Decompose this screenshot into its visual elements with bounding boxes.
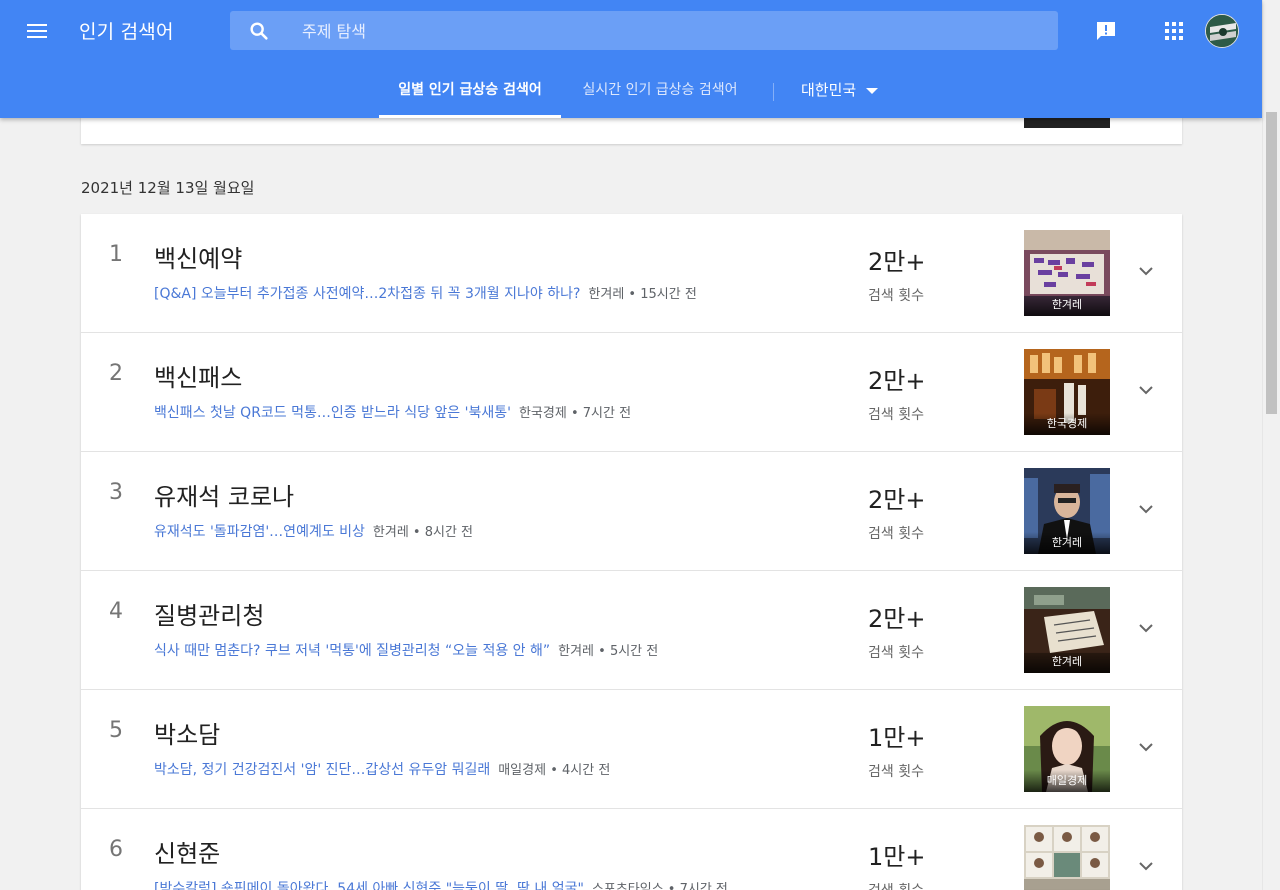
news-link[interactable]: [Q&A] 오늘부터 추가접종 사전예약…2차접종 뒤 꼭 3개월 지나야 하나… (154, 286, 580, 302)
feedback-icon[interactable] (1094, 19, 1118, 43)
news-link[interactable]: 유재석도 '돌파감염'…연예계도 비상 (154, 524, 365, 540)
news-line: [Q&A] 오늘부터 추가접종 사전예약…2차접종 뒤 꼭 3개월 지나야 하나… (154, 283, 697, 303)
trend-row[interactable]: 6 신현준 [박수칼럼] 숏핀메이 돌아왔다, 54세 아빠 신현준 "늦둥이 … (81, 809, 1182, 890)
rank-number: 3 (109, 480, 123, 505)
news-line: 식사 때만 멈춘다? 쿠브 저녁 '먹통'에 질병관리청 “오늘 적용 안 해”… (154, 640, 658, 660)
expand-chevron-icon[interactable] (1137, 621, 1155, 635)
menu-icon[interactable] (22, 20, 52, 44)
news-thumbnail[interactable]: 한겨레 (1024, 230, 1110, 316)
news-thumbnail[interactable]: 한겨레 (1024, 468, 1110, 554)
thumbnail-caption: 한겨레 (1024, 294, 1110, 316)
expand-chevron-icon[interactable] (1137, 502, 1155, 516)
trend-list: 1 백신예약 [Q&A] 오늘부터 추가접종 사전예약…2차접종 뒤 꼭 3개월… (81, 214, 1182, 890)
search-icon[interactable] (248, 20, 270, 42)
trend-row[interactable]: 1 백신예약 [Q&A] 오늘부터 추가접종 사전예약…2차접종 뒤 꼭 3개월… (81, 214, 1182, 333)
trend-term[interactable]: 박소담 (154, 715, 220, 750)
news-source: 한겨레 • 5시간 전 (558, 644, 659, 659)
news-thumbnail[interactable]: 매일경제 (1024, 706, 1110, 792)
trend-row[interactable]: 5 박소담 박소담, 정기 건강검진서 '암' 진단…갑상선 유두암 뭐길래매일… (81, 690, 1182, 809)
rank-number: 6 (109, 837, 123, 862)
news-link[interactable]: 박소담, 정기 건강검진서 '암' 진단…갑상선 유두암 뭐길래 (154, 762, 490, 778)
thumbnail-caption: 한겨레 (1024, 532, 1110, 554)
news-link[interactable]: 백신패스 첫날 QR코드 먹통…인증 받느라 식당 앞은 '북새통' (154, 405, 511, 421)
rank-number: 1 (109, 242, 123, 267)
news-link[interactable]: 식사 때만 멈춘다? 쿠브 저녁 '먹통'에 질병관리청 “오늘 적용 안 해” (154, 643, 550, 659)
tab-realtime-trends[interactable]: 실시간 인기 급상승 검색어 (567, 64, 753, 118)
news-thumbnail[interactable]: 한겨레 (1024, 587, 1110, 673)
expand-chevron-icon[interactable] (1137, 264, 1155, 278)
news-thumbnail[interactable]: 한국경제 (1024, 349, 1110, 435)
trend-term[interactable]: 유재석 코로나 (154, 477, 294, 512)
trend-row[interactable]: 3 유재석 코로나 유재석도 '돌파감염'…연예계도 비상 한겨레 • 8시간 전… (81, 452, 1182, 571)
search-count-label: 검색 횟수 (868, 645, 924, 661)
region-label: 대한민국 (801, 81, 857, 99)
thumbnail-caption: 한겨레 (1024, 651, 1110, 673)
search-count: 1만+ (868, 724, 926, 752)
search-count-label: 검색 횟수 (868, 880, 924, 890)
trend-term[interactable]: 신현준 (154, 834, 220, 869)
date-heading: 2021년 12월 13일 월요일 (81, 179, 255, 197)
search-box[interactable] (230, 11, 1058, 50)
top-app-bar: 인기 검색어 일별 인기 급상승 검색어 실시간 인기 급상승 검색어 대한 (0, 0, 1262, 118)
tab-daily-trends[interactable]: 일별 인기 급상승 검색어 (379, 64, 561, 118)
search-input[interactable] (302, 19, 1002, 43)
search-count: 2만+ (868, 605, 926, 633)
news-source: 한국경제 • 7시간 전 (518, 406, 632, 421)
rank-number: 2 (109, 361, 123, 386)
search-count-label: 검색 횟수 (868, 526, 924, 542)
search-count-label: 검색 횟수 (868, 764, 924, 780)
trend-term[interactable]: 질병관리청 (154, 596, 264, 631)
rank-number: 4 (109, 599, 123, 624)
news-line: 유재석도 '돌파감염'…연예계도 비상 한겨레 • 8시간 전 (154, 521, 473, 541)
scrollbar[interactable] (1262, 0, 1280, 890)
expand-chevron-icon[interactable] (1137, 383, 1155, 397)
news-line: 백신패스 첫날 QR코드 먹통…인증 받느라 식당 앞은 '북새통' 한국경제 •… (154, 402, 631, 422)
tab-divider (773, 83, 774, 101)
news-source: 매일경제 • 4시간 전 (498, 763, 611, 778)
news-source: 스포츠타임스 • 7시간 전 (591, 882, 728, 890)
trend-row[interactable]: 4 질병관리청 식사 때만 멈춘다? 쿠브 저녁 '먹통'에 질병관리청 “오늘… (81, 571, 1182, 690)
news-thumbnail[interactable] (1024, 825, 1110, 890)
news-line: 박소담, 정기 건강검진서 '암' 진단…갑상선 유두암 뭐길래 매일경제 • 4… (154, 759, 610, 779)
search-count: 1만+ (868, 843, 926, 871)
search-count: 2만+ (868, 367, 926, 395)
dropdown-caret-icon (866, 87, 879, 94)
apps-grid-icon[interactable] (1164, 21, 1184, 41)
search-count: 2만+ (868, 486, 926, 514)
thumbnail-caption: 매일경제 (1024, 770, 1110, 792)
tab-bar: 일별 인기 급상승 검색어 실시간 인기 급상승 검색어 대한민국 (0, 64, 1262, 118)
search-count-label: 검색 횟수 (868, 288, 924, 304)
trend-row[interactable]: 2 백신패스 백신패스 첫날 QR코드 먹통…인증 받느라 식당 앞은 '북새통… (81, 333, 1182, 452)
rank-number: 5 (109, 718, 123, 743)
trend-term[interactable]: 백신예약 (154, 239, 242, 274)
thumbnail-caption: 한국경제 (1024, 413, 1110, 435)
expand-chevron-icon[interactable] (1137, 859, 1155, 873)
trend-term[interactable]: 백신패스 (154, 358, 242, 393)
news-source: 한겨레 • 15시간 전 (588, 287, 697, 302)
news-link[interactable]: [박수칼럼] 숏핀메이 돌아왔다, 54세 아빠 신현준 "늦둥이 딸, 딱 내… (154, 881, 584, 890)
search-count: 2만+ (868, 248, 926, 276)
scrollbar-thumb[interactable] (1266, 112, 1277, 414)
expand-chevron-icon[interactable] (1137, 740, 1155, 754)
news-source: 한겨레 • 8시간 전 (372, 525, 474, 540)
region-select[interactable]: 대한민국 (801, 64, 879, 118)
app-title: 인기 검색어 (79, 21, 174, 43)
avatar[interactable] (1205, 14, 1239, 48)
search-count-label: 검색 횟수 (868, 407, 924, 423)
news-line: [박수칼럼] 숏핀메이 돌아왔다, 54세 아빠 신현준 "늦둥이 딸, 딱 내… (154, 878, 728, 890)
